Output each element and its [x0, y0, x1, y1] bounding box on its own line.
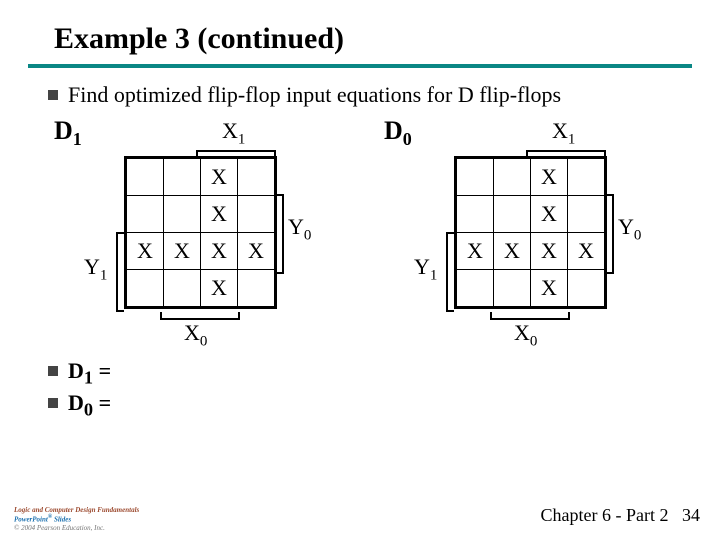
equation-d0: D0 = [48, 390, 720, 420]
cell [127, 196, 164, 233]
footer-book-title: Logic and Computer Design Fundamentals [14, 506, 139, 514]
footer-copyright: © 2004 Pearson Education, Inc. [14, 524, 139, 532]
bracket-icon [276, 194, 284, 274]
bracket-icon [446, 232, 454, 312]
bullet-text: Find optimized flip-flop input equations… [68, 82, 561, 107]
kmap-d0: D0 X1 X X XXXX X Y0 Y1 X0 [384, 116, 644, 356]
kmap-d0-name: D0 [384, 116, 412, 150]
cell [457, 159, 494, 196]
cell [568, 196, 605, 233]
bullet-1: Find optimized flip-flop input equations… [0, 82, 720, 108]
cell [568, 270, 605, 307]
kmap-d0-bottom-axis: X0 [514, 320, 537, 350]
equation-d1: D1 = [48, 358, 720, 388]
cell: X [568, 233, 605, 270]
cell [164, 196, 201, 233]
cell: X [127, 233, 164, 270]
kmap-d1-left-axis: Y1 [84, 254, 107, 284]
footer-chapter: Chapter 6 - Part 2 [541, 505, 669, 525]
kmap-d1-right-axis: Y0 [288, 214, 311, 244]
footer-branding: Logic and Computer Design Fundamentals P… [14, 506, 139, 533]
cell [457, 270, 494, 307]
cell [494, 270, 531, 307]
cell: X [531, 233, 568, 270]
kmap-d1-name: D1 [54, 116, 82, 150]
bullet-square-icon [48, 90, 58, 100]
cell [457, 196, 494, 233]
kmap-d1-bottom-axis: X0 [184, 320, 207, 350]
cell [568, 159, 605, 196]
kmap-d1-grid: X X XXXX X [124, 156, 277, 309]
cell: X [164, 233, 201, 270]
cell [238, 270, 275, 307]
cell [238, 159, 275, 196]
title-underline [28, 64, 692, 68]
footer-page-number: 34 [682, 505, 700, 525]
bullet-square-icon [48, 366, 58, 376]
footer-page: Chapter 6 - Part 2 34 [541, 505, 700, 526]
cell: X [238, 233, 275, 270]
cell: X [494, 233, 531, 270]
cell [127, 159, 164, 196]
cell: X [201, 270, 238, 307]
kmap-d1-top-axis: X1 [222, 118, 245, 148]
kmap-d1: D1 X1 X X XXXX X Y0 Y1 X0 [54, 116, 314, 356]
cell: X [457, 233, 494, 270]
bracket-icon [160, 312, 240, 320]
equations: D1 = D0 = [0, 358, 720, 421]
kmap-container: D1 X1 X X XXXX X Y0 Y1 X0 D0 X1 X X XXXX… [0, 116, 720, 356]
cell: X [531, 159, 568, 196]
kmap-d0-top-axis: X1 [552, 118, 575, 148]
bullet-square-icon [48, 398, 58, 408]
kmap-d0-left-axis: Y1 [414, 254, 437, 284]
slide-title: Example 3 (continued) [0, 0, 720, 64]
bracket-icon [606, 194, 614, 274]
cell [127, 270, 164, 307]
kmap-d0-grid: X X XXXX X [454, 156, 607, 309]
cell [164, 159, 201, 196]
footer-powerpoint: PowerPoint® Slides [14, 514, 139, 524]
cell [238, 196, 275, 233]
cell: X [201, 196, 238, 233]
cell: X [531, 270, 568, 307]
cell [494, 196, 531, 233]
cell: X [201, 159, 238, 196]
bracket-icon [116, 232, 124, 312]
cell [494, 159, 531, 196]
bracket-icon [490, 312, 570, 320]
cell [164, 270, 201, 307]
cell: X [201, 233, 238, 270]
kmap-d0-right-axis: Y0 [618, 214, 641, 244]
cell: X [531, 196, 568, 233]
